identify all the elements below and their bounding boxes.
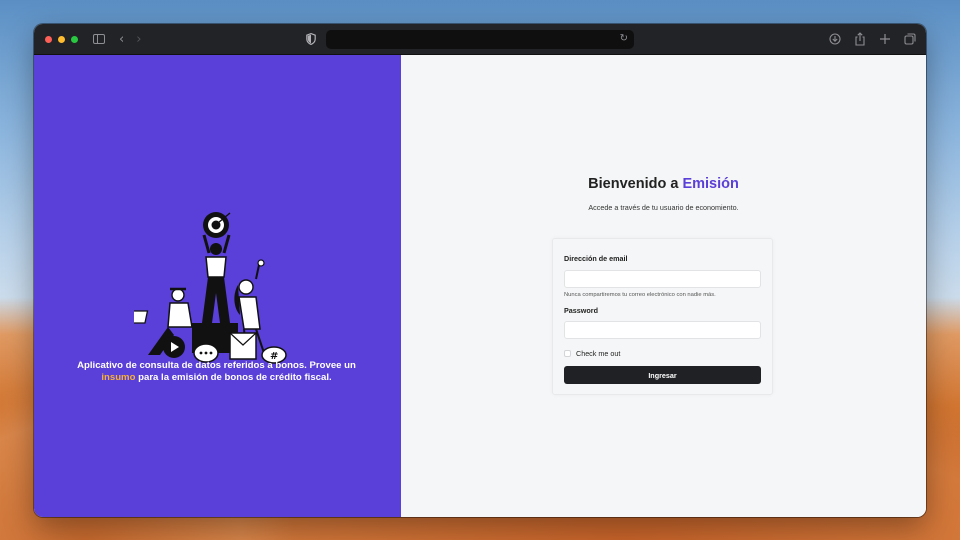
app-description: Aplicativo de consulta de datos referido… <box>64 360 369 384</box>
people-celebrating-illustration: # <box>134 212 287 364</box>
title-prefix: Bienvenido a <box>588 176 679 192</box>
scrollbar[interactable] <box>923 55 926 517</box>
download-icon[interactable] <box>829 32 841 46</box>
browser-toolbar: ‹ › ↻ <box>34 24 926 55</box>
remember-label[interactable]: Check me out <box>576 349 620 358</box>
login-button[interactable]: Ingresar <box>564 366 761 384</box>
page-subtitle: Accede a través de tu usuario de economi… <box>588 203 739 212</box>
tagline-highlight: insumo <box>101 372 136 383</box>
shield-icon[interactable] <box>306 33 316 45</box>
address-bar[interactable]: ↻ <box>326 30 634 49</box>
chevron-left-icon[interactable]: ‹ <box>119 33 124 46</box>
remember-checkbox[interactable] <box>564 350 571 357</box>
chevron-right-icon[interactable]: › <box>136 33 141 46</box>
sidebar-toggle-icon[interactable] <box>93 34 105 44</box>
close-window-button[interactable] <box>45 35 52 43</box>
password-field[interactable] <box>564 321 761 339</box>
page-content: # Aplicativo de consulta de datos referi… <box>34 55 926 517</box>
browser-window: ‹ › ↻ # Aplicativo de consulta de datos … <box>34 24 926 517</box>
tab-overview-icon[interactable] <box>904 32 916 46</box>
email-help-text: Nunca compartiremos tu correo electrónic… <box>564 292 716 298</box>
email-field[interactable] <box>564 270 761 288</box>
login-form: Dirección de email Nunca compartiremos t… <box>552 238 773 395</box>
plus-icon[interactable] <box>879 32 891 46</box>
share-icon[interactable] <box>854 32 866 46</box>
brand-name: Emisión <box>682 176 739 192</box>
minimize-window-button[interactable] <box>58 35 65 43</box>
page-title: Bienvenido a Emisión <box>401 176 926 192</box>
hero-panel: # Aplicativo de consulta de datos referi… <box>34 55 401 517</box>
tagline-text-end: para la emisión de bonos de crédito fisc… <box>138 372 332 383</box>
login-panel: Bienvenido a Emisión Accede a través de … <box>401 55 926 517</box>
remember-row: Check me out <box>564 349 620 358</box>
password-label: Password <box>564 306 598 315</box>
reload-icon[interactable]: ↻ <box>620 33 628 44</box>
toolbar-actions <box>829 32 916 46</box>
email-label: Dirección de email <box>564 254 628 263</box>
tagline-text: Aplicativo de consulta de datos referido… <box>77 360 356 371</box>
window-controls <box>45 35 78 43</box>
zoom-window-button[interactable] <box>71 35 78 43</box>
